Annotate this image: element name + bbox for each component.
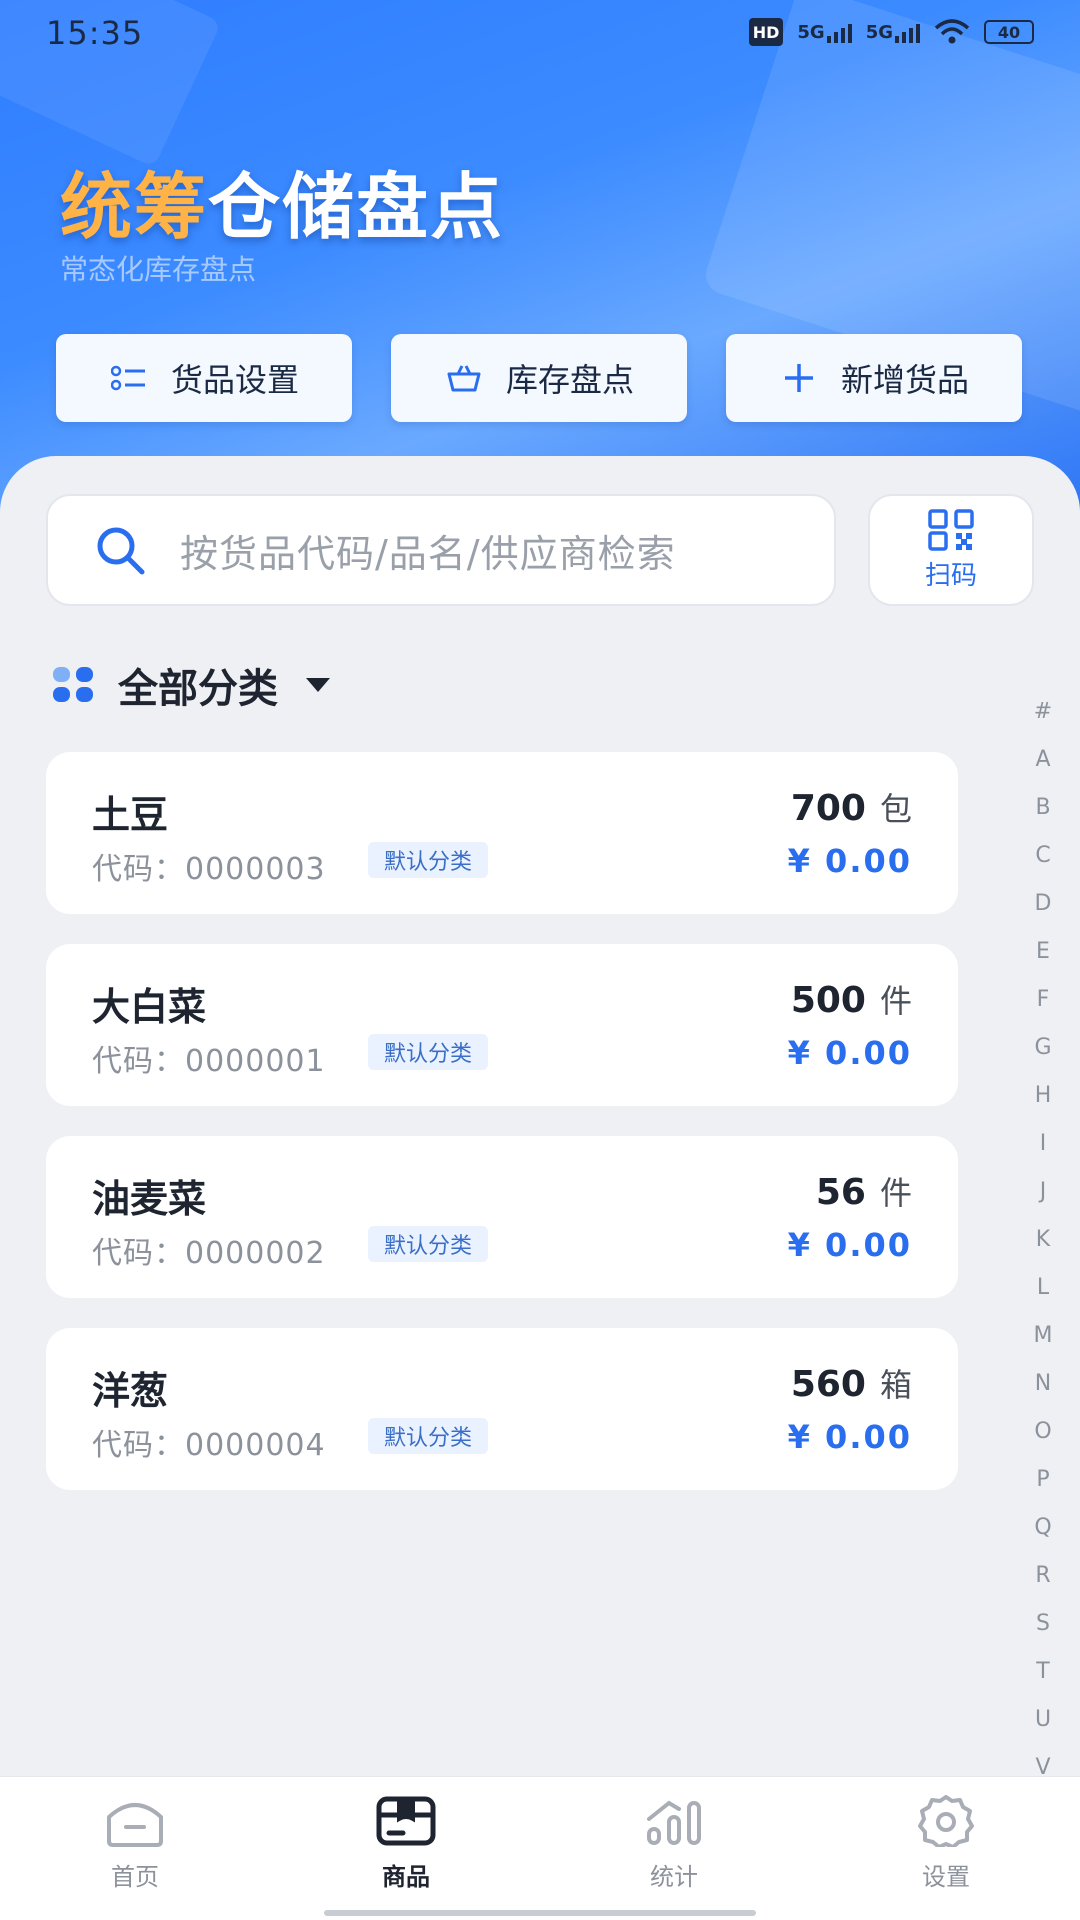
- index-letter[interactable]: M: [1034, 1312, 1053, 1360]
- home-indicator[interactable]: [324, 1910, 756, 1916]
- index-letter[interactable]: O: [1034, 1408, 1051, 1456]
- product-price: ¥ 0.00: [787, 1034, 912, 1072]
- index-letter[interactable]: Q: [1034, 1504, 1051, 1552]
- index-letter[interactable]: L: [1037, 1264, 1049, 1312]
- page-title: 统筹仓储盘点: [60, 148, 504, 253]
- wifi-icon: [934, 18, 970, 46]
- index-letter[interactable]: T: [1036, 1648, 1049, 1696]
- inventory-check-button[interactable]: 库存盘点: [391, 334, 687, 422]
- category-tag: 默认分类: [368, 842, 489, 878]
- bottom-tab-bar: 首页 商品 统计 设置: [0, 1776, 1080, 1920]
- index-letter[interactable]: I: [1040, 1120, 1047, 1168]
- product-code: 代码：0000003: [92, 852, 326, 887]
- product-name: 土豆: [92, 793, 169, 837]
- inventory-check-label: 库存盘点: [505, 361, 634, 399]
- product-price: ¥ 0.00: [787, 1226, 912, 1264]
- category-label: 全部分类: [118, 666, 278, 712]
- home-icon: [107, 1803, 163, 1847]
- qr-code-icon: [928, 508, 974, 551]
- category-tag: 默认分类: [368, 1226, 489, 1262]
- status-time: 15:35: [46, 14, 144, 52]
- index-letter[interactable]: F: [1037, 976, 1050, 1024]
- tab-settings-label: 设置: [922, 1863, 970, 1891]
- tab-goods-label: 商品: [382, 1863, 430, 1891]
- alphabet-index[interactable]: # A B C D E F G H I J K L M N O P Q R S …: [1026, 688, 1060, 1792]
- index-letter[interactable]: E: [1036, 928, 1050, 976]
- basket-icon: [444, 363, 484, 393]
- product-code: 代码：0000002: [92, 1236, 326, 1271]
- product-quantity: 56 件: [815, 1172, 912, 1213]
- content-panel: [0, 456, 1080, 1776]
- index-letter[interactable]: U: [1035, 1696, 1051, 1744]
- status-icons: HD 5G 5G 40: [748, 18, 1034, 46]
- index-letter[interactable]: B: [1035, 784, 1050, 832]
- index-letter[interactable]: S: [1036, 1600, 1050, 1648]
- box-icon: [376, 1796, 436, 1846]
- product-price: ¥ 0.00: [787, 1418, 912, 1456]
- index-letter[interactable]: P: [1036, 1456, 1049, 1504]
- tab-home[interactable]: 首页: [55, 1795, 215, 1892]
- index-letter[interactable]: #: [1034, 688, 1052, 736]
- tab-statistics[interactable]: 统计: [594, 1795, 754, 1892]
- list-icon: [109, 363, 149, 393]
- product-quantity: 560 箱: [790, 1364, 912, 1405]
- status-bar: 15:35 HD 5G 5G 40: [0, 0, 1080, 70]
- index-letter[interactable]: C: [1035, 832, 1050, 880]
- index-letter[interactable]: R: [1035, 1552, 1050, 1600]
- title-rest: 仓储盘点: [208, 165, 505, 249]
- add-goods-button[interactable]: 新增货品: [726, 334, 1022, 422]
- index-letter[interactable]: A: [1035, 736, 1050, 784]
- product-name: 大白菜: [92, 985, 207, 1029]
- grid-icon: [53, 667, 93, 702]
- product-name: 洋葱: [92, 1369, 169, 1413]
- tab-goods[interactable]: 商品: [326, 1795, 486, 1892]
- tab-home-label: 首页: [111, 1863, 159, 1891]
- product-code: 代码：0000004: [92, 1428, 326, 1463]
- caret-down-icon: [306, 678, 330, 692]
- add-goods-label: 新增货品: [840, 361, 969, 399]
- product-card[interactable]: 大白菜 代码：0000001 默认分类 500 件 ¥ 0.00: [46, 944, 958, 1106]
- scan-button[interactable]: 扫码: [868, 494, 1034, 606]
- product-card[interactable]: 油麦菜 代码：0000002 默认分类 56 件 ¥ 0.00: [46, 1136, 958, 1298]
- category-tag: 默认分类: [368, 1034, 489, 1070]
- search-input[interactable]: 按货品代码/品名/供应商检索: [46, 494, 836, 606]
- plus-icon: [779, 362, 819, 394]
- product-card[interactable]: 洋葱 代码：0000004 默认分类 560 箱 ¥ 0.00: [46, 1328, 958, 1490]
- index-letter[interactable]: D: [1035, 880, 1052, 928]
- signal-icon: 5G: [797, 18, 852, 46]
- title-highlight: 统筹: [60, 165, 209, 249]
- product-price: ¥ 0.00: [787, 842, 912, 880]
- product-name: 油麦菜: [92, 1177, 207, 1221]
- index-letter[interactable]: N: [1035, 1360, 1051, 1408]
- goods-settings-label: 货品设置: [170, 361, 299, 399]
- page-subtitle: 常态化库存盘点: [60, 253, 257, 286]
- tab-statistics-label: 统计: [650, 1863, 698, 1891]
- search-icon: [97, 527, 145, 575]
- product-quantity: 700 包: [790, 788, 912, 829]
- index-letter[interactable]: K: [1036, 1216, 1050, 1264]
- search-placeholder: 按货品代码/品名/供应商检索: [180, 531, 676, 576]
- product-code: 代码：0000001: [92, 1044, 326, 1079]
- index-letter[interactable]: H: [1035, 1072, 1052, 1120]
- product-quantity: 500 件: [790, 980, 912, 1021]
- category-tag: 默认分类: [368, 1418, 489, 1454]
- index-letter[interactable]: J: [1040, 1168, 1047, 1216]
- gear-icon: [918, 1795, 974, 1847]
- index-letter[interactable]: G: [1034, 1024, 1051, 1072]
- category-dropdown[interactable]: 全部分类: [52, 656, 330, 714]
- tab-settings[interactable]: 设置: [866, 1795, 1026, 1892]
- hd-icon: HD: [748, 18, 784, 46]
- scan-label: 扫码: [924, 560, 977, 591]
- product-card[interactable]: 土豆 代码：0000003 默认分类 700 包 ¥ 0.00: [46, 752, 958, 914]
- signal-icon: 5G: [866, 18, 920, 46]
- goods-settings-button[interactable]: 货品设置: [56, 334, 352, 422]
- battery-icon: 40: [984, 20, 1034, 44]
- chart-icon: [647, 1800, 701, 1845]
